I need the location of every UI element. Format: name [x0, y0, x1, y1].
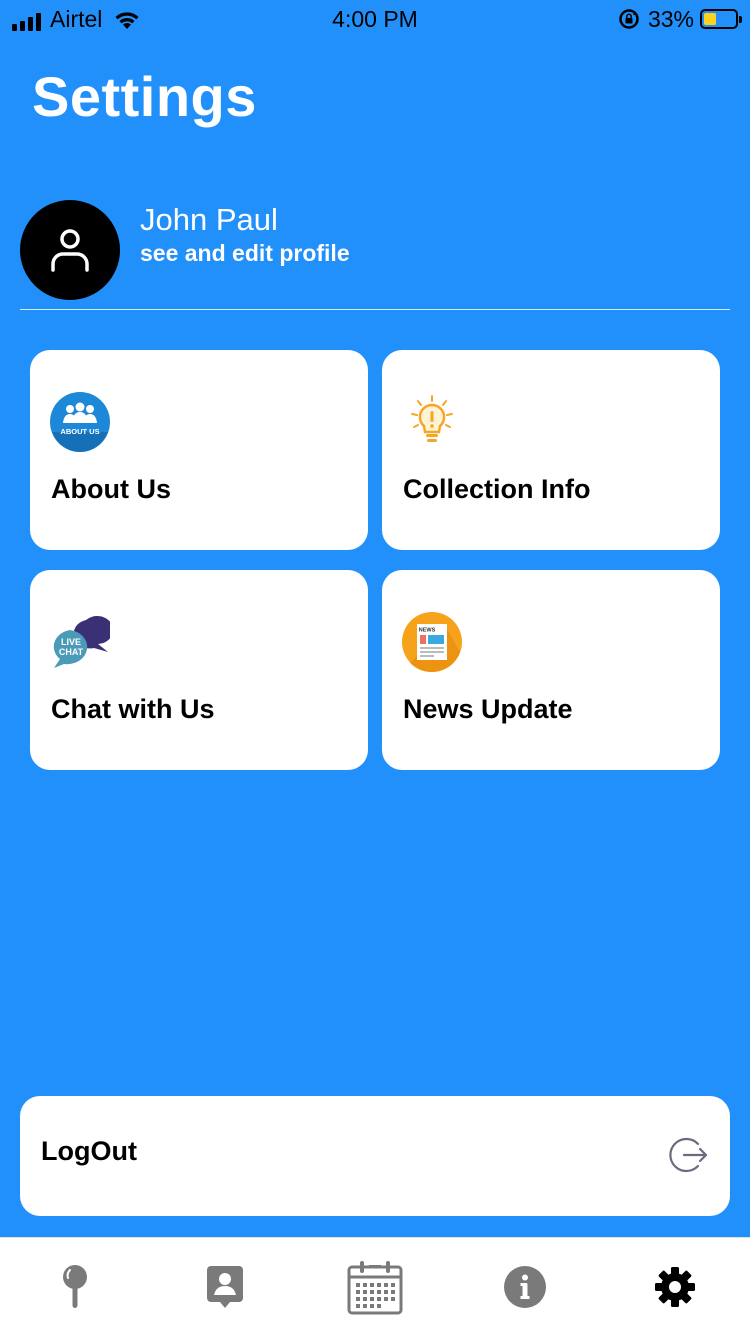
info-icon — [504, 1265, 546, 1308]
location-pin-icon — [63, 1264, 87, 1308]
calendar-icon — [347, 1260, 403, 1314]
about-us-label: About Us — [51, 474, 171, 504]
collection-info-card[interactable]: Collection Info — [382, 350, 720, 550]
newspaper-icon: NEWS — [402, 612, 462, 672]
rotation-lock-icon — [619, 9, 639, 29]
chat-with-us-card[interactable]: LIVE CHAT Chat with Us — [30, 570, 368, 770]
tab-bar — [0, 1237, 750, 1334]
edit-profile-link[interactable]: see and edit profile — [140, 240, 350, 267]
tab-settings[interactable] — [600, 1238, 750, 1334]
battery-percent: 33% — [647, 6, 694, 32]
tab-contacts[interactable] — [150, 1238, 300, 1334]
page-title: Settings — [32, 65, 257, 128]
profile-row[interactable]: John Paul see and edit profile — [20, 200, 730, 310]
tab-location[interactable] — [0, 1238, 150, 1334]
logout-button[interactable]: LogOut — [20, 1096, 730, 1216]
live-chat-icon: LIVE CHAT — [53, 616, 110, 668]
news-update-card[interactable]: NEWS News Update — [382, 570, 720, 770]
lightbulb-icon — [411, 395, 453, 442]
contact-card-icon — [207, 1265, 243, 1308]
logout-label: LogOut — [41, 1136, 137, 1166]
battery-icon — [700, 9, 742, 29]
about-us-badge-text: ABOUT US — [60, 427, 99, 436]
tab-info[interactable] — [450, 1238, 600, 1334]
avatar[interactable] — [20, 200, 120, 300]
tab-calendar[interactable] — [300, 1238, 450, 1334]
collection-info-label: Collection Info — [403, 474, 591, 504]
chat-text: CHAT — [59, 647, 84, 657]
live-text: LIVE — [61, 637, 81, 647]
gear-icon — [655, 1266, 695, 1307]
status-bar: Airtel 4:00 PM 33% — [0, 0, 750, 40]
news-update-label: News Update — [403, 694, 573, 724]
news-badge-text: NEWS — [419, 628, 436, 634]
about-us-card[interactable]: ABOUT US About Us — [30, 350, 368, 550]
profile-name: John Paul — [140, 202, 278, 237]
about-us-badge-icon: ABOUT US — [50, 392, 110, 452]
user-icon — [51, 229, 89, 272]
logout-icon — [669, 1137, 708, 1173]
chat-with-us-label: Chat with Us — [51, 694, 215, 724]
divider — [20, 309, 730, 310]
status-right: 33% — [618, 6, 742, 32]
